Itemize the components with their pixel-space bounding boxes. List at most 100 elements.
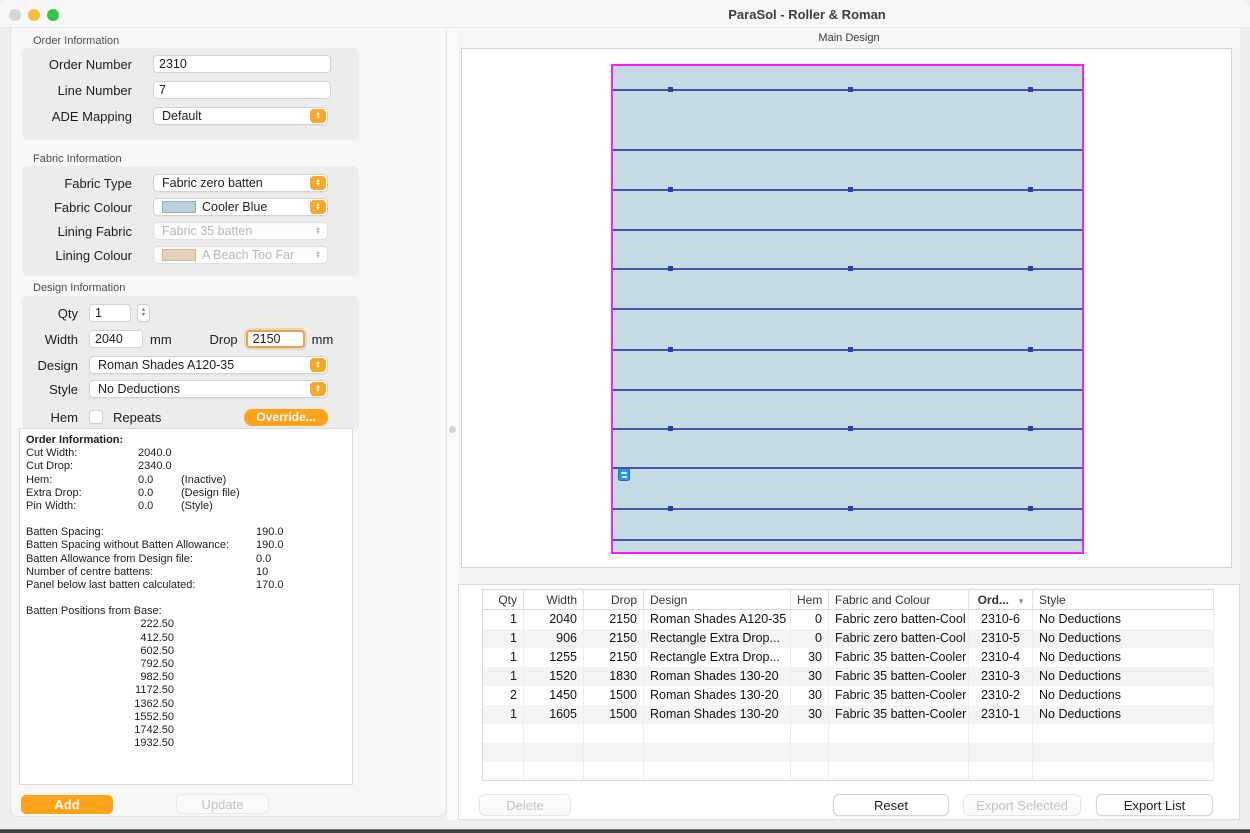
popup-chevrons-icon: ▲▼ — [310, 358, 326, 372]
table-cell — [584, 743, 644, 762]
order-section-title: Order Information — [33, 35, 119, 47]
batten-position-value: 1742.50 — [26, 724, 174, 737]
popup-chevrons-icon: ▲▼ — [310, 382, 326, 396]
popup-chevrons-icon: ▲▼ — [310, 224, 326, 238]
width-unit: mm — [150, 332, 172, 347]
batten-positions-title: Batten Positions from Base: — [26, 605, 346, 618]
override-button[interactable]: Override... — [244, 409, 327, 426]
column-header[interactable]: Ord...▾ — [969, 590, 1033, 610]
table-cell: 1 — [483, 705, 524, 724]
lining-colour-swatch — [162, 249, 196, 261]
table-cell: Roman Shades 130-20 — [644, 705, 791, 724]
column-header[interactable]: Fabric and Colour — [829, 590, 969, 610]
window-minimize-button[interactable] — [28, 9, 40, 21]
drop-input[interactable] — [246, 330, 305, 348]
table-row[interactable]: 120402150Roman Shades A120-350Fabric zer… — [483, 610, 1214, 629]
table-cell: 1 — [483, 629, 524, 648]
order-lines-table: QtyWidthDropDesignHemFabric and ColourOr… — [482, 589, 1214, 781]
batten-pin-dot — [1028, 187, 1033, 192]
fabric-colour-label: Fabric Colour — [22, 200, 132, 215]
lining-colour-popup: A Beach Too Far ▲▼ — [153, 246, 328, 264]
table-header-row: QtyWidthDropDesignHemFabric and ColourOr… — [483, 590, 1214, 610]
table-cell — [1033, 743, 1214, 762]
table-row[interactable]: 214501500Roman Shades 130-2030Fabric 35 … — [483, 686, 1214, 705]
fabric-type-label: Fabric Type — [22, 176, 132, 191]
export-list-button[interactable]: Export List — [1096, 794, 1213, 816]
table-cell: Fabric 35 batten-Cooler — [829, 648, 969, 667]
table-empty-row — [483, 743, 1214, 762]
hem-checkbox[interactable] — [89, 410, 103, 424]
batten-line — [613, 149, 1082, 151]
lining-fabric-label: Lining Fabric — [22, 224, 132, 239]
table-cell — [791, 743, 829, 762]
table-cell: 0 — [791, 610, 829, 629]
title-bar: ParaSol - Roller & Roman — [0, 0, 1250, 28]
table-cell: 2 — [483, 686, 524, 705]
popup-chevrons-icon: ▲▼ — [310, 200, 326, 214]
drop-unit: mm — [312, 332, 334, 347]
table-cell — [584, 724, 644, 743]
table-cell: 1 — [483, 648, 524, 667]
add-button[interactable]: Add — [21, 795, 113, 814]
table-cell: No Deductions — [1033, 629, 1214, 648]
pane-splitter[interactable] — [447, 28, 458, 820]
order-info-readout-title: Order Information: — [26, 434, 346, 447]
column-header[interactable]: Qty — [483, 590, 524, 610]
column-header[interactable]: Hem — [791, 590, 829, 610]
batten-pin-dot — [848, 187, 853, 192]
table-cell: 0 — [791, 629, 829, 648]
table-cell: 2150 — [584, 610, 644, 629]
ade-mapping-popup[interactable]: Default ▲▼ — [153, 107, 328, 125]
style-popup[interactable]: No Deductions ▲▼ — [89, 380, 328, 398]
table-row[interactable]: 19062150Rectangle Extra Drop...0Fabric z… — [483, 629, 1214, 648]
batten-position-value: 982.50 — [26, 671, 174, 684]
order-number-input[interactable] — [153, 55, 331, 73]
batten-position-value: 1552.50 — [26, 711, 174, 724]
reset-button[interactable]: Reset — [833, 794, 949, 816]
table-row[interactable]: 112552150Rectangle Extra Drop...30Fabric… — [483, 648, 1214, 667]
width-label: Width — [22, 332, 78, 347]
column-header[interactable]: Style — [1033, 590, 1214, 610]
fabric-section-title: Fabric Information — [33, 153, 122, 165]
batten-pin-dot — [848, 426, 853, 431]
width-input[interactable] — [89, 330, 143, 348]
table-cell: 1605 — [524, 705, 584, 724]
table-cell: Fabric zero batten-Cool — [829, 610, 969, 629]
line-number-input[interactable] — [153, 81, 331, 99]
column-header[interactable]: Drop — [584, 590, 644, 610]
popup-chevrons-icon: ▲▼ — [310, 176, 326, 190]
qty-label: Qty — [22, 306, 78, 321]
fabric-type-popup[interactable]: Fabric zero batten ▲▼ — [153, 174, 328, 192]
table-cell — [524, 743, 584, 762]
qty-input[interactable] — [89, 304, 131, 322]
table-cell — [969, 724, 1033, 743]
table-cell: Rectangle Extra Drop... — [644, 629, 791, 648]
batten-pin-dot — [668, 426, 673, 431]
table-cell — [584, 762, 644, 781]
batten-position-value: 222.50 — [26, 618, 174, 631]
window-zoom-button[interactable] — [47, 9, 59, 21]
table-cell — [969, 743, 1033, 762]
table-cell — [483, 724, 524, 743]
popup-chevrons-icon: ▲▼ — [310, 248, 326, 262]
fabric-colour-popup[interactable]: Cooler Blue ▲▼ — [153, 198, 328, 216]
design-popup[interactable]: Roman Shades A120-35 ▲▼ — [89, 356, 328, 374]
table-cell — [791, 762, 829, 781]
window-close-button[interactable] — [9, 9, 21, 21]
column-header[interactable]: Design — [644, 590, 791, 610]
batten-position-value: 1172.50 — [26, 684, 174, 697]
qty-stepper[interactable]: ▲▼ — [137, 304, 150, 322]
batten-position-value: 792.50 — [26, 658, 174, 671]
window-bottom-edge — [0, 829, 1250, 833]
fabric-section: Fabric Type Fabric zero batten ▲▼ Fabric… — [22, 166, 359, 276]
column-header[interactable]: Width — [524, 590, 584, 610]
table-cell: 1255 — [524, 648, 584, 667]
design-canvas[interactable] — [461, 48, 1232, 568]
table-row[interactable]: 116051500Roman Shades 130-2030Fabric 35 … — [483, 705, 1214, 724]
table-cell: 2310-1 — [969, 705, 1033, 724]
batten-pin-dot — [668, 266, 673, 271]
table-row[interactable]: 115201830Roman Shades 130-2030Fabric 35 … — [483, 667, 1214, 686]
table-cell: Roman Shades A120-35 — [644, 610, 791, 629]
info-line: Cut Width:2040.0 — [26, 447, 346, 460]
delete-button: Delete — [479, 794, 571, 816]
